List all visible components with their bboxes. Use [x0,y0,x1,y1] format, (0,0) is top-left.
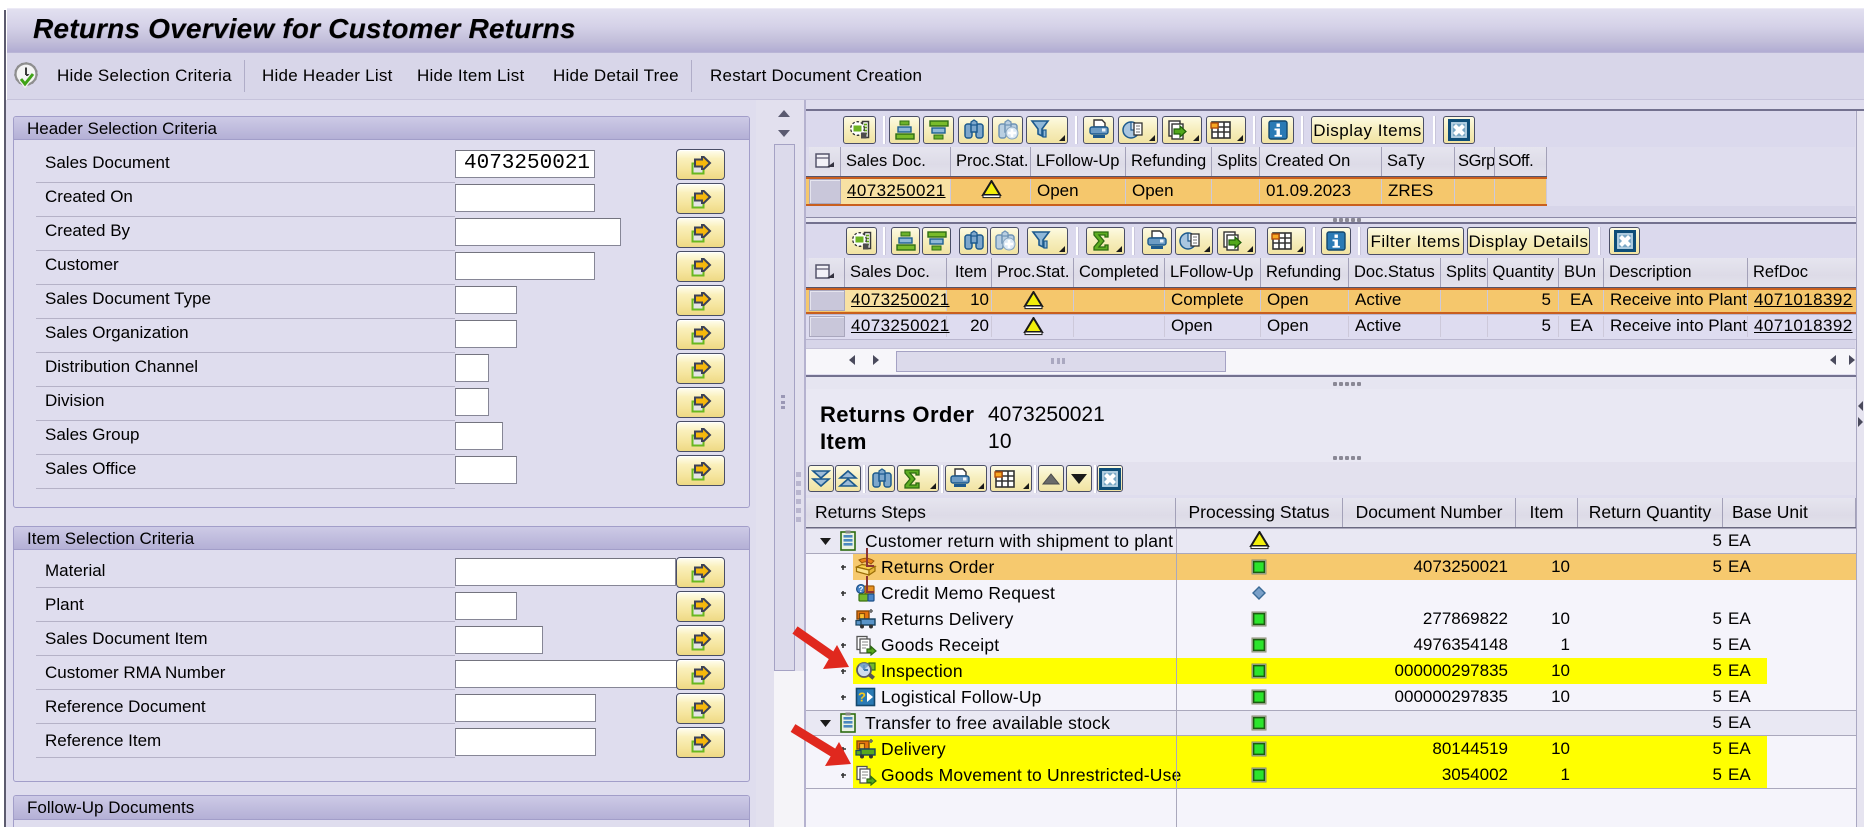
svg-text:?: ? [858,690,866,705]
svg-text:?: ? [859,585,864,594]
